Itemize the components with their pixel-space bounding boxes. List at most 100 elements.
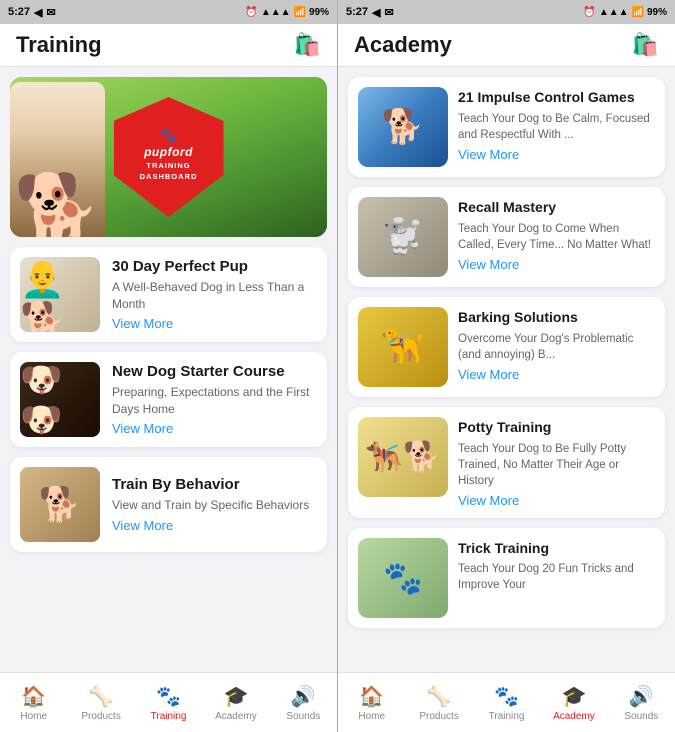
nav-home-left[interactable]: 🏠 Home <box>0 680 67 726</box>
academy-title: Academy <box>354 32 452 58</box>
status-left-right: 5:27 ◀ ✉ <box>346 6 394 19</box>
course-info-behavior: Train By Behavior View and Train by Spec… <box>112 476 317 533</box>
bag-icon-right[interactable]: 🛍️ <box>632 32 659 58</box>
academy-info-recall: Recall Mastery Teach Your Dog to Come Wh… <box>458 197 655 272</box>
academy-thumb-impulse: 🐕 <box>358 87 448 167</box>
training-title: Training <box>16 32 102 58</box>
products-label-left: Products <box>81 711 120 722</box>
home-icon-right: 🏠 <box>359 684 384 709</box>
academy-thumb-trick: 🐾 <box>358 538 448 618</box>
nav-products-right[interactable]: 🦴 Products <box>405 680 472 726</box>
view-more-potty[interactable]: View More <box>458 493 655 508</box>
nav-academy-left[interactable]: 🎓 Academy <box>202 680 269 726</box>
course-info-newdog: New Dog Starter Course Preparing, Expect… <box>112 363 317 437</box>
course-card-behavior[interactable]: 🐕 Train By Behavior View and Train by Sp… <box>10 457 327 552</box>
hero-dog: 🐕 <box>10 82 105 237</box>
course-title-newdog: New Dog Starter Course <box>112 363 317 381</box>
academy-info-barking: Barking Solutions Overcome Your Dog's Pr… <box>458 307 655 382</box>
academy-thumb-potty: 🐕‍🦺🐕 <box>358 417 448 497</box>
status-bar-right: 5:27 ◀ ✉ ⏰ ▲▲▲ 📶 99% <box>338 0 675 24</box>
nav-training-left[interactable]: 🐾 Training <box>135 680 202 726</box>
products-icon-right: 🦴 <box>427 684 452 709</box>
academy-desc-trick: Teach Your Dog 20 Fun Tricks and Improve… <box>458 561 655 593</box>
training-label-right: Training <box>489 711 525 722</box>
status-right-left: ⏰ ▲▲▲ 📶 99% <box>245 7 329 18</box>
nav-sounds-right[interactable]: 🔊 Sounds <box>608 680 675 726</box>
course-title-behavior: Train By Behavior <box>112 476 317 494</box>
academy-label-right: Academy <box>553 711 595 722</box>
location-icon: ◀ <box>34 6 42 19</box>
academy-screen: 5:27 ◀ ✉ ⏰ ▲▲▲ 📶 99% Academy 🛍️ 🐕 21 Imp… <box>338 0 675 732</box>
academy-label-left: Academy <box>215 711 257 722</box>
time-right: 5:27 <box>346 6 368 18</box>
status-bar-left: 5:27 ◀ ✉ ⏰ ▲▲▲ 📶 99% <box>0 0 337 24</box>
academy-title-recall: Recall Mastery <box>458 199 655 217</box>
academy-card-trick[interactable]: 🐾 Trick Training Teach Your Dog 20 Fun T… <box>348 528 665 628</box>
products-icon-left: 🦴 <box>89 684 114 709</box>
location-icon-right: ◀ <box>372 6 380 19</box>
view-more-30day[interactable]: View More <box>112 316 317 331</box>
sounds-label-left: Sounds <box>286 711 320 722</box>
course-info-30day: 30 Day Perfect Pup A Well-Behaved Dog in… <box>112 258 317 332</box>
academy-card-barking[interactable]: 🦮 Barking Solutions Overcome Your Dog's … <box>348 297 665 397</box>
bottom-nav-right: 🏠 Home 🦴 Products 🐾 Training 🎓 Academy 🔊… <box>338 672 675 732</box>
academy-card-potty[interactable]: 🐕‍🦺🐕 Potty Training Teach Your Dog to Be… <box>348 407 665 518</box>
view-more-newdog[interactable]: View More <box>112 421 317 436</box>
training-label-left: Training <box>151 711 187 722</box>
home-icon-left: 🏠 <box>21 684 46 709</box>
products-label-right: Products <box>419 711 458 722</box>
nav-academy-right[interactable]: 🎓 Academy <box>540 680 607 726</box>
academy-title-trick: Trick Training <box>458 540 655 558</box>
academy-title-potty: Potty Training <box>458 419 655 437</box>
course-thumb-newdog: 🐶🐶 <box>20 362 100 437</box>
nav-products-left[interactable]: 🦴 Products <box>67 680 134 726</box>
academy-card-impulse[interactable]: 🐕 21 Impulse Control Games Teach Your Do… <box>348 77 665 177</box>
bottom-nav-left: 🏠 Home 🦴 Products 🐾 Training 🎓 Academy 🔊… <box>0 672 337 732</box>
view-more-barking[interactable]: View More <box>458 367 655 382</box>
course-desc-newdog: Preparing, Expectations and the First Da… <box>112 384 317 418</box>
academy-title-barking: Barking Solutions <box>458 309 655 327</box>
course-desc-behavior: View and Train by Specific Behaviors <box>112 497 317 514</box>
battery-left: 99% <box>309 7 329 18</box>
academy-icon-right: 🎓 <box>561 684 586 709</box>
academy-content: 🐕 21 Impulse Control Games Teach Your Do… <box>338 67 675 672</box>
message-icon: ✉ <box>47 6 56 19</box>
signal-icon-right: ▲▲▲ <box>599 7 629 18</box>
course-card-30day[interactable]: 👨‍🦲🐕 30 Day Perfect Pup A Well-Behaved D… <box>10 247 327 342</box>
status-right-right: ⏰ ▲▲▲ 📶 99% <box>583 7 667 18</box>
course-thumb-30day: 👨‍🦲🐕 <box>20 257 100 332</box>
shield-brand: pupford <box>144 145 193 159</box>
academy-desc-recall: Teach Your Dog to Come When Called, Ever… <box>458 221 655 253</box>
academy-card-recall[interactable]: 🐩 Recall Mastery Teach Your Dog to Come … <box>348 187 665 287</box>
academy-desc-impulse: Teach Your Dog to Be Calm, Focused and R… <box>458 111 655 143</box>
bag-icon-left[interactable]: 🛍️ <box>294 32 321 58</box>
nav-sounds-left[interactable]: 🔊 Sounds <box>270 680 337 726</box>
status-left: 5:27 ◀ ✉ <box>8 6 56 19</box>
academy-header: Academy 🛍️ <box>338 24 675 67</box>
view-more-impulse[interactable]: View More <box>458 147 655 162</box>
nav-training-right[interactable]: 🐾 Training <box>473 680 540 726</box>
signal-icon: ▲▲▲ <box>261 7 291 18</box>
academy-icon-left: 🎓 <box>223 684 248 709</box>
course-card-newdog[interactable]: 🐶🐶 New Dog Starter Course Preparing, Exp… <box>10 352 327 447</box>
view-more-behavior[interactable]: View More <box>112 518 317 533</box>
nav-home-right[interactable]: 🏠 Home <box>338 680 405 726</box>
course-thumb-behavior: 🐕 <box>20 467 100 542</box>
pupford-shield: 🐾 pupford TRAININGDASHBOARD <box>114 97 224 217</box>
sounds-icon-left: 🔊 <box>291 684 316 709</box>
training-icon-left: 🐾 <box>156 684 181 709</box>
academy-thumb-recall: 🐩 <box>358 197 448 277</box>
training-icon-right: 🐾 <box>494 684 519 709</box>
view-more-recall[interactable]: View More <box>458 257 655 272</box>
message-icon-right: ✉ <box>385 6 394 19</box>
home-label-right: Home <box>358 711 385 722</box>
alarm-icon: ⏰ <box>245 7 257 18</box>
sounds-icon-right: 🔊 <box>629 684 654 709</box>
academy-info-potty: Potty Training Teach Your Dog to Be Full… <box>458 417 655 508</box>
training-screen: 5:27 ◀ ✉ ⏰ ▲▲▲ 📶 99% Training 🛍️ 🐕 <box>0 0 337 732</box>
shield-paw-icon: 🐾 <box>160 127 177 144</box>
academy-info-trick: Trick Training Teach Your Dog 20 Fun Tri… <box>458 538 655 598</box>
hero-banner[interactable]: 🐕 🐾 pupford TRAININGDASHBOARD <box>10 77 327 237</box>
training-content: 🐕 🐾 pupford TRAININGDASHBOARD 👨‍🦲🐕 <box>0 67 337 672</box>
academy-thumb-barking: 🦮 <box>358 307 448 387</box>
